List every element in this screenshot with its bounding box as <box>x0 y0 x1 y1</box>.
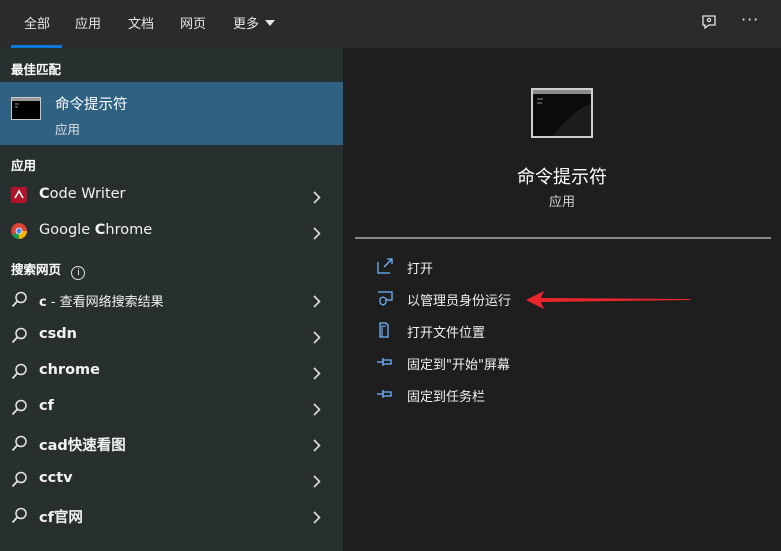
preview-title: 命令提示符 <box>517 167 607 188</box>
app-result-code-writer[interactable]: Code Writer <box>0 178 343 214</box>
app-result-label: Google Chrome <box>39 222 153 238</box>
web-result[interactable]: cf <box>0 390 343 426</box>
web-result[interactable]: c - 查看网络搜索结果 <box>0 282 343 318</box>
file-location-icon <box>376 321 394 343</box>
web-result-label: cf <box>39 398 54 414</box>
action-label: 打开 <box>407 262 434 277</box>
web-result-label: c - 查看网络搜索结果 <box>39 295 164 310</box>
section-apps: 应用 <box>11 158 37 173</box>
chevron-right-icon[interactable] <box>313 329 321 348</box>
command-prompt-icon <box>531 88 593 138</box>
web-result[interactable]: cad快速看图 <box>0 426 343 462</box>
search-icon <box>11 471 28 492</box>
best-match-subtitle: 应用 <box>55 122 81 137</box>
web-result[interactable]: chrome <box>0 354 343 390</box>
search-icon <box>11 399 28 420</box>
web-result-label: cad快速看图 <box>39 438 126 454</box>
app-result-google-chrome[interactable]: Google Chrome <box>0 214 343 250</box>
code-writer-icon <box>11 187 27 207</box>
web-result-label: cf官网 <box>39 510 83 526</box>
tab-apps[interactable]: 应用 <box>75 13 101 32</box>
tab-more-label: 更多 <box>233 17 260 32</box>
chevron-right-icon[interactable] <box>313 189 321 208</box>
run-as-admin-icon <box>376 289 394 311</box>
web-result-label: cctv <box>39 470 73 486</box>
action-pin-to-start[interactable]: 固定到"开始"屏幕 <box>343 348 781 380</box>
results-panel: 最佳匹配 命令提示符 应用 应用 Code Writer Google Chro… <box>0 48 343 551</box>
search-icon <box>11 435 28 456</box>
open-icon <box>376 257 394 279</box>
more-options-icon[interactable]: ··· <box>741 10 759 29</box>
action-open-file-location[interactable]: 打开文件位置 <box>343 316 781 348</box>
action-label: 打开文件位置 <box>407 326 486 341</box>
feedback-icon[interactable] <box>700 14 718 36</box>
search-icon <box>11 291 28 312</box>
web-result-label: chrome <box>39 362 100 378</box>
chevron-right-icon[interactable] <box>313 509 321 528</box>
search-icon <box>11 363 28 384</box>
app-result-label: Code Writer <box>39 186 126 202</box>
best-match-title: 命令提示符 <box>55 97 128 113</box>
section-web-search-label: 搜索网页 <box>11 262 62 277</box>
tab-all[interactable]: 全部 <box>24 13 50 32</box>
pin-icon <box>376 353 394 375</box>
chrome-icon <box>11 223 27 243</box>
section-web-search: 搜索网页 i <box>11 259 86 280</box>
command-prompt-icon <box>11 97 41 120</box>
search-icon <box>11 507 28 528</box>
web-result-label: csdn <box>39 326 77 342</box>
chevron-down-icon <box>265 20 276 26</box>
action-open[interactable]: 打开 <box>343 252 781 284</box>
section-best-match: 最佳匹配 <box>11 62 62 77</box>
best-match-item[interactable]: 命令提示符 应用 <box>0 82 343 145</box>
chevron-right-icon[interactable] <box>313 473 321 492</box>
divider <box>355 237 771 239</box>
web-result[interactable]: csdn <box>0 318 343 354</box>
tab-more[interactable]: 更多 <box>233 13 276 32</box>
action-label: 固定到任务栏 <box>407 390 486 405</box>
chevron-right-icon[interactable] <box>313 293 321 312</box>
action-label: 以管理员身份运行 <box>407 294 512 309</box>
action-label: 固定到"开始"屏幕 <box>407 358 510 373</box>
search-tabs-bar: 全部 应用 文档 网页 更多 ··· <box>0 0 781 48</box>
info-icon[interactable]: i <box>71 266 86 280</box>
web-result[interactable]: cctv <box>0 462 343 498</box>
pin-icon <box>376 385 394 407</box>
preview-subtitle: 应用 <box>548 195 575 210</box>
web-result[interactable]: cf官网 <box>0 498 343 534</box>
chevron-right-icon[interactable] <box>313 401 321 420</box>
action-pin-to-taskbar[interactable]: 固定到任务栏 <box>343 380 781 412</box>
tab-documents[interactable]: 文档 <box>128 13 154 32</box>
chevron-right-icon[interactable] <box>313 437 321 456</box>
chevron-right-icon[interactable] <box>313 225 321 244</box>
annotation-arrow-icon <box>524 288 694 316</box>
search-icon <box>11 327 28 348</box>
tab-web[interactable]: 网页 <box>180 13 206 32</box>
chevron-right-icon[interactable] <box>313 365 321 384</box>
